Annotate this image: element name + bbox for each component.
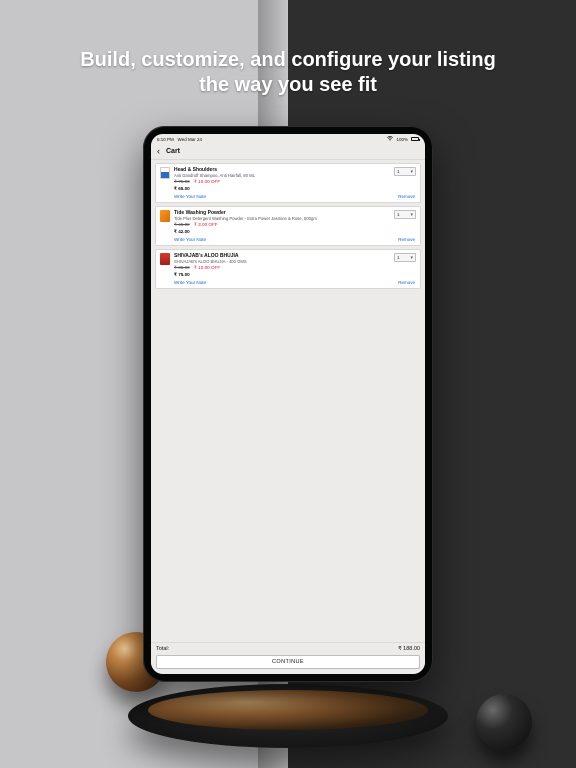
chevron-down-icon: ▾ — [410, 255, 413, 261]
decor-dark-sphere — [476, 694, 532, 750]
product-thumbnail — [160, 253, 170, 265]
write-note-link[interactable]: Write Your Note — [174, 237, 416, 242]
status-right: 100% — [387, 136, 419, 142]
product-desc: Tide Plus Detergent Washing Powder - Ext… — [174, 216, 416, 221]
remove-link[interactable]: Remove — [398, 280, 415, 285]
qty-value: 1 — [397, 169, 400, 174]
original-price: ₹ 75.00 — [174, 179, 190, 184]
battery-icon — [411, 137, 419, 141]
nav-bar: ‹ Cart — [151, 144, 425, 160]
page-title: Cart — [166, 148, 180, 155]
discount-off: ₹ 10.00 OFF — [194, 265, 220, 270]
cart-list: Head & Shoulders Anti Dandruff Shampoo, … — [151, 160, 425, 292]
cart-item: SHIVAJAB's ALOO BHUJIA SHIVAJAB's ALOO B… — [155, 249, 421, 289]
status-date: Wed Mar 24 — [178, 137, 202, 142]
cart-item: Tide Washing Powder Tide Plus Detergent … — [155, 206, 421, 246]
status-left: 6:10 PM Wed Mar 24 — [157, 137, 202, 142]
product-thumbnail — [160, 167, 170, 179]
qty-select[interactable]: 1 ▾ — [394, 253, 416, 262]
qty-select[interactable]: 1 ▾ — [394, 167, 416, 176]
headline-line-2: the way you see fit — [199, 74, 377, 96]
wifi-icon — [387, 136, 393, 142]
promo-scene: Build, customize, and configure your lis… — [0, 0, 576, 768]
pedestal — [128, 684, 448, 748]
total-label: Total: — [156, 646, 169, 652]
battery-pct: 100% — [396, 137, 408, 142]
total-value: ₹ 188.00 — [398, 646, 420, 652]
qty-value: 1 — [397, 212, 400, 217]
remove-link[interactable]: Remove — [398, 237, 415, 242]
status-bar: 6:10 PM Wed Mar 24 100% — [151, 134, 425, 144]
original-price: ₹ 85.00 — [174, 265, 190, 270]
status-time: 6:10 PM — [157, 137, 174, 142]
product-desc: Anti Dandruff Shampoo, Anti Hairfall, 80… — [174, 173, 416, 178]
item-price: ₹ 75.00 — [174, 272, 416, 278]
item-price: ₹ 65.00 — [174, 186, 416, 192]
product-thumbnail — [160, 210, 170, 222]
write-note-link[interactable]: Write Your Note — [174, 280, 416, 285]
marketing-headline: Build, customize, and configure your lis… — [0, 48, 576, 98]
cart-footer: Total: ₹ 188.00 CONTINUE — [151, 642, 425, 674]
write-note-link[interactable]: Write Your Note — [174, 194, 416, 199]
chevron-down-icon: ▾ — [410, 212, 413, 218]
cart-item: Head & Shoulders Anti Dandruff Shampoo, … — [155, 163, 421, 203]
tablet-screen: 6:10 PM Wed Mar 24 100% ‹ Cart — [151, 134, 425, 674]
empty-space — [151, 292, 425, 642]
continue-button[interactable]: CONTINUE — [156, 655, 420, 669]
headline-line-1: Build, customize, and configure your lis… — [80, 49, 496, 71]
product-desc: SHIVAJAB's ALOO BHUJIA - 400 GMS — [174, 259, 416, 264]
remove-link[interactable]: Remove — [398, 194, 415, 199]
item-price: ₹ 42.00 — [174, 229, 416, 235]
chevron-down-icon: ▾ — [410, 169, 413, 175]
qty-select[interactable]: 1 ▾ — [394, 210, 416, 219]
discount-off: ₹ 10.00 OFF — [194, 179, 220, 184]
discount-off: ₹ 3.00 OFF — [194, 222, 218, 227]
qty-value: 1 — [397, 255, 400, 260]
original-price: ₹ 45.00 — [174, 222, 190, 227]
tablet-frame: 6:10 PM Wed Mar 24 100% ‹ Cart — [143, 126, 433, 682]
back-button[interactable]: ‹ — [157, 147, 160, 156]
